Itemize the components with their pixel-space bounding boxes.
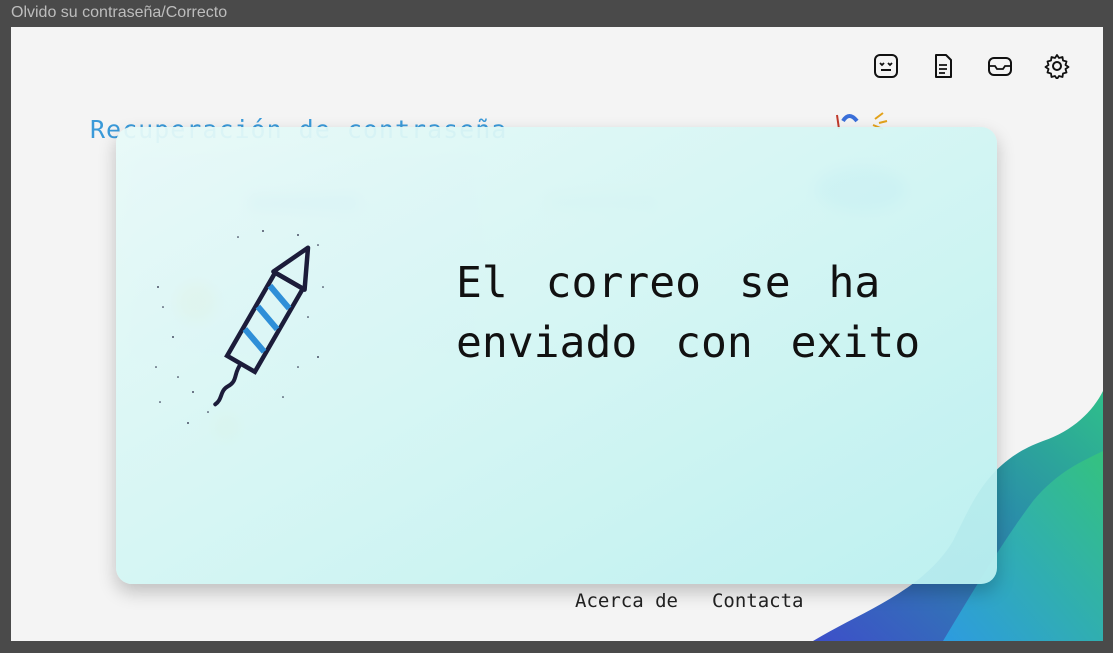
window-title: Olvido su contraseña/Correcto	[11, 4, 228, 21]
document-icon[interactable]	[930, 53, 956, 79]
footer-contact-link[interactable]: Contacta	[712, 590, 804, 612]
footer: Acerca de Contacta	[575, 590, 803, 612]
footer-about-link[interactable]: Acerca de	[575, 590, 678, 612]
success-message: El correo se ha enviado con exito	[456, 258, 921, 368]
window-titlebar: Olvido su contraseña/Correcto	[0, 0, 1113, 27]
face-icon[interactable]	[873, 53, 899, 79]
inbox-icon[interactable]	[987, 53, 1013, 79]
top-toolbar	[873, 53, 1070, 79]
settings-icon[interactable]	[1044, 53, 1070, 79]
success-modal: El correo se ha enviado con exito	[116, 127, 997, 584]
app-viewport: Recuperación de contraseña Acerca de Con…	[11, 27, 1103, 641]
firework-rocket-icon	[155, 230, 324, 424]
